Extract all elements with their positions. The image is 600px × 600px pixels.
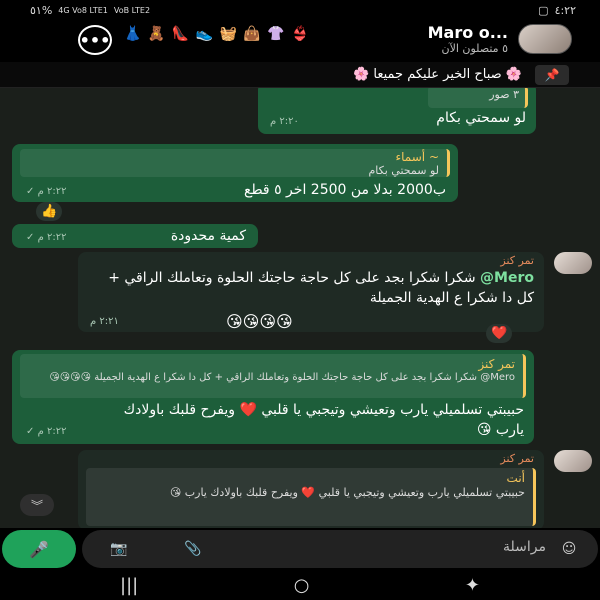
sticker-icon[interactable]: ☺ xyxy=(558,539,580,559)
mic-button[interactable]: 🎤 xyxy=(2,530,76,568)
chat-area[interactable]: ٣ صور لو سمحتي بكام ٢:٢٠ م ~ أسماء لو سم… xyxy=(0,88,600,528)
message-time: ✓ ٢:٢٢ م xyxy=(26,186,66,197)
quoted-message[interactable]: ٣ صور xyxy=(428,88,528,108)
message-text: ب2000 بدلا من 2500 اخر ٥ قطع xyxy=(244,182,446,198)
sender-avatar[interactable] xyxy=(554,450,592,472)
message-text: كمية محدودة xyxy=(170,228,246,244)
signal-1: 4G Vo8 LTE1 xyxy=(58,5,108,15)
quoted-sender: ~ أسماء xyxy=(395,150,440,164)
compose-area: 🎤 📷 📎 مراسلة ☺ xyxy=(0,528,600,570)
microphone-icon: 🎤 xyxy=(29,539,49,559)
message-bubble[interactable]: ٣ صور لو سمحتي بكام ٢:٢٠ م xyxy=(258,88,536,134)
message-input[interactable]: 📷 📎 مراسلة ☺ xyxy=(82,530,598,568)
quoted-body: ٣ صور xyxy=(489,88,519,101)
read-receipt-icon: ✓ xyxy=(26,186,35,197)
message-reaction[interactable]: 👍 xyxy=(36,202,63,221)
group-name[interactable]: Maro o... xyxy=(428,23,508,42)
header-emoji-strip: 👗 🧸 👠 👟 🧺 👜 👚 👙 xyxy=(124,26,310,42)
online-count: ٥ متصلون الآن xyxy=(441,42,508,55)
status-time: ٤:٢٢ xyxy=(554,3,576,17)
sender-name: تمر كنز xyxy=(500,254,534,267)
message-reaction[interactable]: ❤️ xyxy=(486,324,513,343)
quoted-sender: أنت xyxy=(506,471,525,485)
message-bubble[interactable]: كمية محدودة ✓ ٢:٢٢ م xyxy=(12,224,258,248)
meta-ai-icon[interactable]: ••• xyxy=(78,25,112,55)
quoted-body: حبيبتي تسلميلي يارب وتعيشي وتيجبي يا قلب… xyxy=(169,486,525,499)
message-body: شكرا شكرا بجد على كل حاجة حاجتك الحلوة و… xyxy=(108,270,534,306)
attach-icon[interactable]: 📎 xyxy=(182,539,204,559)
emoji-row: 😘😘😘😘 xyxy=(226,312,293,331)
mention[interactable]: Mero@ xyxy=(480,270,534,286)
pin-icon[interactable]: 📌 xyxy=(535,65,569,85)
read-receipt-icon: ✓ xyxy=(26,426,35,437)
pinned-text: 🌸 صباح الخير عليكم جميعا 🌸 xyxy=(353,67,522,82)
message-time-text: ٢:٢٢ م xyxy=(37,232,67,243)
message-bubble[interactable]: تمر كنز أنت حبيبتي تسلميلي يارب وتعيشي و… xyxy=(78,450,544,528)
message-bubble[interactable]: ~ أسماء لو سمحتي بكام ب2000 بدلا من 2500… xyxy=(12,144,458,202)
group-avatar[interactable] xyxy=(518,24,572,54)
camera-icon[interactable]: 📷 xyxy=(108,539,130,559)
signal-2: VoB LTE2 xyxy=(113,5,151,15)
quoted-message[interactable]: ~ أسماء لو سمحتي بكام xyxy=(20,149,450,177)
message-text: حبيبتي تسلميلي يارب وتعيشي وتيجبي يا قلب… xyxy=(123,402,524,438)
message-time-text: ٢:٢٢ م xyxy=(37,186,67,197)
message-bubble[interactable]: تمر كنز Mero@ شكرا شكرا بجد على كل حاجة … xyxy=(12,350,534,444)
quoted-message[interactable]: أنت حبيبتي تسلميلي يارب وتعيشي وتيجبي يا… xyxy=(86,468,536,526)
read-receipt-icon: ✓ xyxy=(26,232,35,243)
back-button[interactable]: ✦ xyxy=(465,575,480,596)
home-button[interactable]: ○ xyxy=(294,575,310,596)
battery-indicator: ٥١% xyxy=(30,3,53,17)
sender-name: تمر كنز xyxy=(500,452,534,465)
pinned-message-bar[interactable]: 📌 🌸 صباح الخير عليكم جميعا 🌸 xyxy=(0,62,600,88)
quoted-body: Mero@ شكرا شكرا بجد على كل حاجة حاجتك ال… xyxy=(49,372,515,383)
scroll-to-bottom-button[interactable]: ︾ xyxy=(20,494,54,516)
message-placeholder: مراسلة xyxy=(503,539,546,555)
message-bubble[interactable]: تمر كنز Mero@ شكرا شكرا بجد على كل حاجة … xyxy=(78,252,544,332)
chevron-down-icon: ︾ xyxy=(30,498,43,513)
quoted-body: لو سمحتي بكام xyxy=(368,164,440,177)
recents-button[interactable]: ||| xyxy=(120,575,138,596)
message-time: ✓ ٢:٢٢ م xyxy=(26,426,66,437)
message-time-text: ٢:٢٢ م xyxy=(37,426,67,437)
quoted-sender: تمر كنز xyxy=(478,357,515,371)
notification-icon: ▢ xyxy=(538,3,549,17)
message-time: ٢:٢٠ م xyxy=(270,116,299,127)
message-time: ✓ ٢:٢٢ م xyxy=(26,232,66,243)
system-nav-bar: ||| ○ ✦ xyxy=(0,570,600,600)
message-text: Mero@ شكرا شكرا بجد على كل حاجة حاجتك ال… xyxy=(94,268,534,308)
message-time: ٢:٢١ م xyxy=(90,316,119,327)
quoted-message[interactable]: تمر كنز Mero@ شكرا شكرا بجد على كل حاجة … xyxy=(20,354,526,398)
chat-header: ••• 👗 🧸 👠 👟 🧺 👜 👚 👙 Maro o... ٥ متصلون ا… xyxy=(0,20,600,62)
status-bar: ٥١% 4G Vo8 LTE1 VoB LTE2 ▢ ٤:٢٢ xyxy=(0,0,600,20)
sender-avatar[interactable] xyxy=(554,252,592,274)
message-text: لو سمحتي بكام xyxy=(436,110,526,126)
